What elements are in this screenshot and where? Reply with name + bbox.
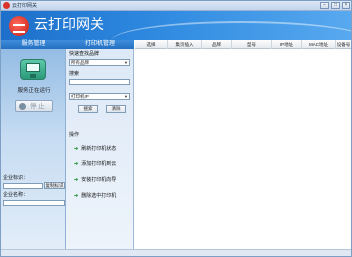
app-icon <box>3 2 10 9</box>
company-name-label: 企业名称： <box>3 192 29 198</box>
chevron-down-icon: ▼ <box>124 60 128 65</box>
stop-icon <box>19 103 26 110</box>
app-window: 云打印网关 – □ × 云打印网关 服务管理 服务正在运行 停 止 企业标识： … <box>0 0 352 257</box>
clear-button[interactable]: 清除 <box>106 105 126 113</box>
column-header[interactable]: 集页插入 <box>168 40 202 49</box>
window-title: 云打印网关 <box>12 3 38 9</box>
stop-button-label: 停 止 <box>30 103 45 110</box>
column-header[interactable]: 型号 <box>232 40 272 49</box>
brand-select[interactable]: 所有品牌 ▼ <box>69 59 130 66</box>
column-header[interactable]: 设备号 <box>336 40 351 49</box>
printer-table-body[interactable] <box>135 49 351 256</box>
column-header[interactable]: 选择 <box>135 40 168 49</box>
arrow-right-icon: ➔ <box>74 161 79 167</box>
banner-decoration <box>111 21 351 40</box>
column-header[interactable]: IP地址 <box>272 40 302 49</box>
column-header[interactable]: 品牌 <box>202 40 232 49</box>
operations-label: 操作 <box>69 132 80 138</box>
close-icon[interactable]: × <box>342 2 350 9</box>
install-wizard-link[interactable]: ➔ 安装打印机向导 <box>74 176 116 184</box>
stop-service-button[interactable]: 停 止 <box>15 100 53 112</box>
service-monitor-icon <box>20 59 46 80</box>
company-id-label: 企业标识： <box>3 175 29 181</box>
minimize-icon[interactable]: – <box>320 2 329 9</box>
add-printer-link[interactable]: ➔ 添加打印机到云 <box>74 160 116 168</box>
status-bar <box>1 249 351 256</box>
company-name-field[interactable] <box>3 200 65 206</box>
printer-field-select[interactable]: 打印机IP ▼ <box>69 93 130 100</box>
title-bar: 云打印网关 – □ × <box>1 1 351 11</box>
search-button[interactable]: 搜索 <box>78 105 98 113</box>
column-header[interactable]: MAC地址 <box>302 40 336 49</box>
monitor-screen <box>26 63 40 72</box>
service-panel-header: 服务管理 <box>1 40 66 49</box>
delete-printer-link[interactable]: ➔ 删除选中打印机 <box>74 192 116 200</box>
arrow-right-icon: ➔ <box>74 193 79 199</box>
arrow-right-icon: ➔ <box>74 177 79 183</box>
maximize-icon[interactable]: □ <box>331 2 340 9</box>
company-id-field[interactable] <box>3 183 43 189</box>
banner-title: 云打印网关 <box>34 17 104 33</box>
printer-field-value: 打印机IP <box>71 94 89 99</box>
printer-panel-header: 打印机管理 <box>66 40 134 49</box>
arrow-right-icon: ➔ <box>74 146 79 152</box>
printer-table-header: 选择 集页插入 品牌 型号 IP地址 MAC地址 设备号 <box>135 40 351 49</box>
chevron-down-icon: ▼ <box>124 94 128 99</box>
refresh-printers-link[interactable]: ➔ 刷新打印机状态 <box>74 145 116 153</box>
monitor-stand <box>30 74 36 78</box>
copy-id-button[interactable]: 复制标识 <box>44 182 65 189</box>
search-label: 搜索 <box>69 71 80 77</box>
header-banner: 云打印网关 <box>1 11 351 40</box>
brand-select-value: 所有品牌 <box>71 60 89 65</box>
brand-filter-label: 快速查找品牌 <box>69 51 100 57</box>
search-input[interactable] <box>69 79 130 85</box>
service-status-text: 服务正在运行 <box>17 88 51 94</box>
cloud-print-logo-icon <box>9 16 29 36</box>
